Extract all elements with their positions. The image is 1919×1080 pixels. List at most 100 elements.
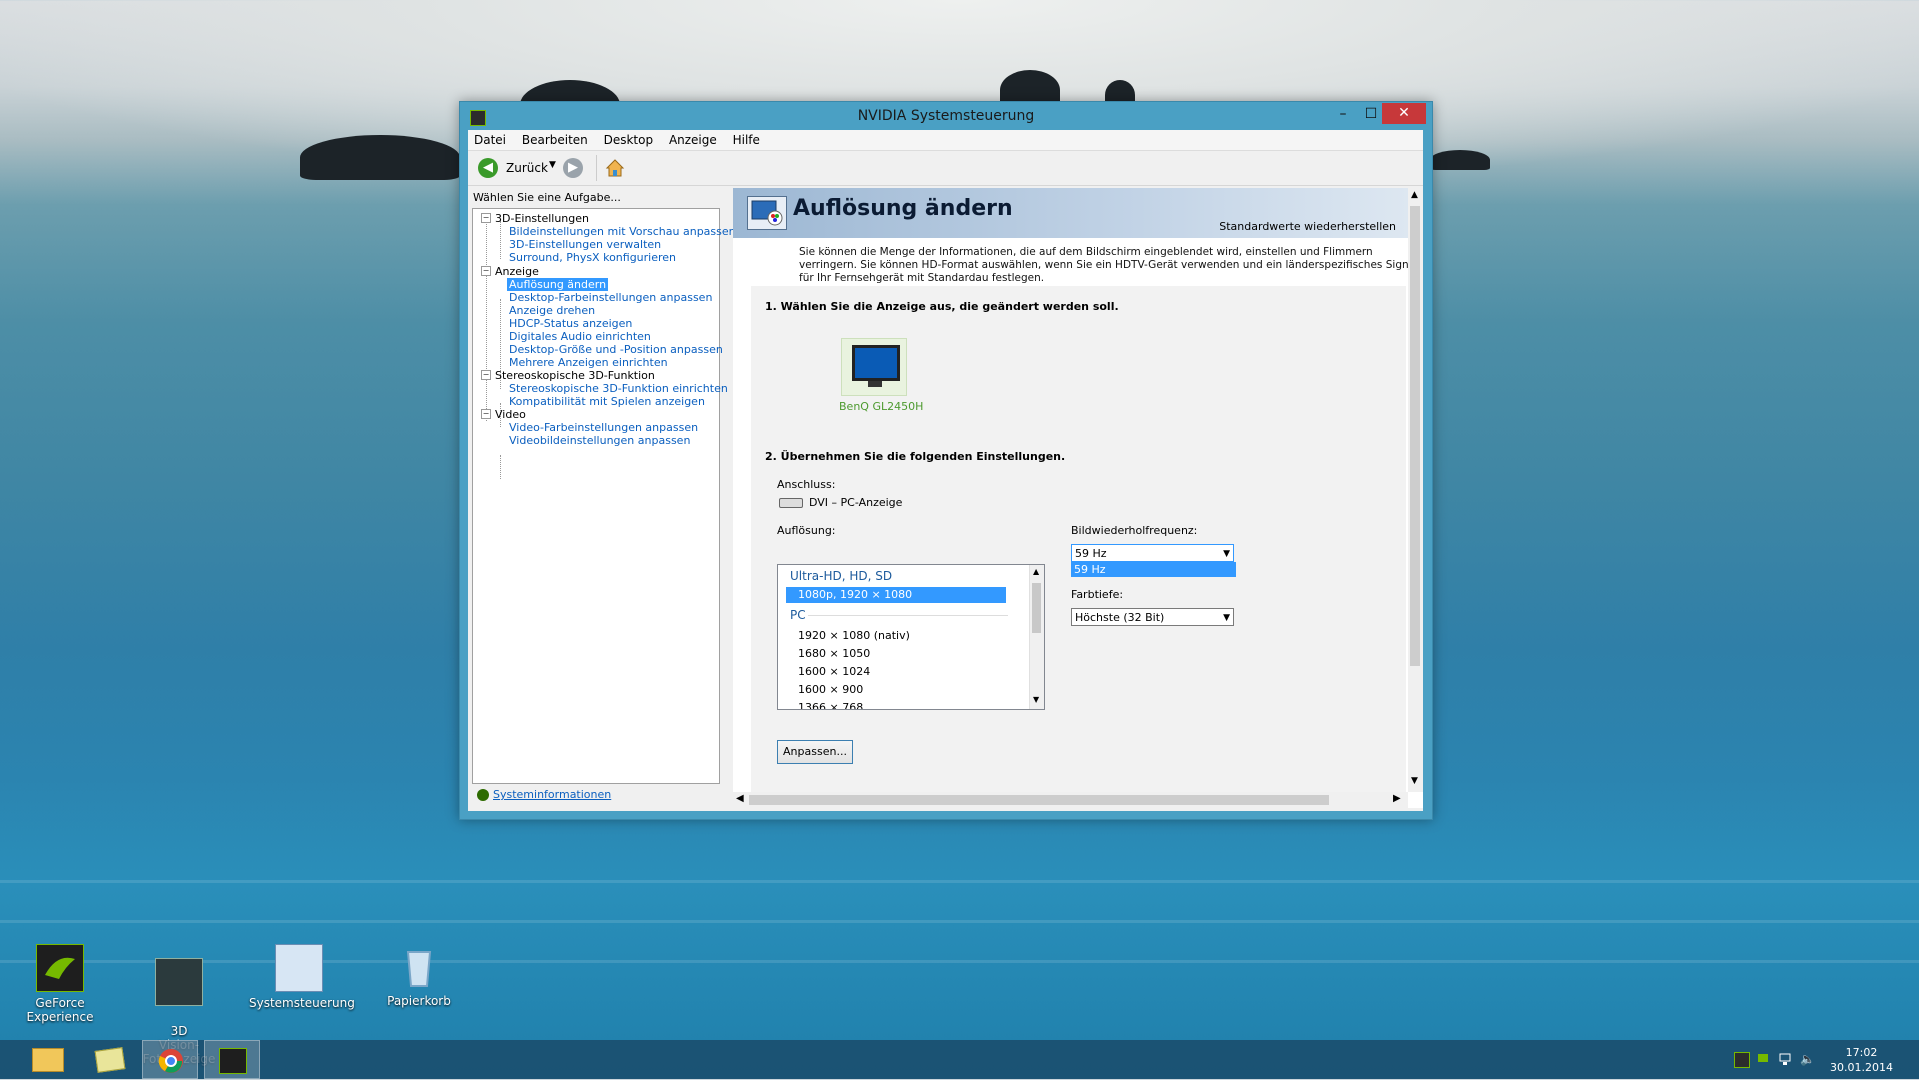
collapse-icon[interactable]: − xyxy=(481,213,491,223)
refresh-rate-option[interactable]: 59 Hz xyxy=(1071,562,1236,577)
color-depth-label: Farbtiefe: xyxy=(1071,588,1124,601)
page-banner: Auflösung ändern Standardwerte wiederher… xyxy=(733,188,1408,238)
tree-group-video[interactable]: Video xyxy=(495,408,526,421)
wallpaper-streak xyxy=(0,880,1919,883)
tree-item[interactable]: Video-Farbeinstellungen anpassen xyxy=(509,421,698,434)
desktop-icon-label: Papierkorb xyxy=(387,994,451,1008)
restore-defaults-link[interactable]: Standardwerte wiederherstellen xyxy=(1219,220,1396,233)
close-button[interactable]: ✕ xyxy=(1382,103,1426,124)
system-information-link[interactable]: Systeminformationen xyxy=(477,788,611,801)
desktop-icon-recycle-bin[interactable]: Papierkorb xyxy=(369,944,469,1008)
tree-item[interactable]: Surround, PhysX konfigurieren xyxy=(509,251,676,264)
scroll-right-icon[interactable]: ▶ xyxy=(1393,793,1401,804)
content-vertical-scrollbar[interactable]: ▲ ▼ xyxy=(1408,188,1423,792)
forward-arrow-icon[interactable]: ▶ xyxy=(563,158,583,178)
list-item[interactable]: 1600 × 1024 xyxy=(798,665,870,678)
scroll-down-icon[interactable]: ▼ xyxy=(1411,776,1418,786)
collapse-icon[interactable]: − xyxy=(481,370,491,380)
page-title: Auflösung ändern xyxy=(793,196,1013,221)
tree-item-selected[interactable]: Auflösung ändern xyxy=(507,278,609,291)
color-depth-dropdown[interactable]: Höchste (32 Bit) ▼ xyxy=(1071,608,1234,626)
list-item-selected[interactable]: 1080p, 1920 × 1080 xyxy=(786,587,1006,603)
task-tree: − 3D-Einstellungen Bildeinstellungen mit… xyxy=(472,208,736,784)
library-icon xyxy=(94,1047,126,1073)
nvidia-taskbar-button[interactable] xyxy=(204,1040,260,1079)
monitor-label[interactable]: BenQ GL2450H xyxy=(839,400,923,413)
scroll-down-icon[interactable]: ▼ xyxy=(1033,695,1039,704)
display-settings-icon xyxy=(747,196,787,230)
tree-line xyxy=(486,221,487,421)
list-item[interactable]: 1600 × 900 xyxy=(798,683,863,696)
tree-item[interactable]: Desktop-Farbeinstellungen anpassen xyxy=(509,291,712,304)
refresh-rate-label: Bildwiederholfrequenz: xyxy=(1071,524,1198,537)
geforce-experience-icon xyxy=(36,944,84,992)
scroll-up-icon[interactable]: ▲ xyxy=(1411,190,1418,200)
list-item[interactable]: 1920 × 1080 (nativ) xyxy=(798,629,910,642)
desktop-icon-label: Systemsteuerung xyxy=(249,996,355,1010)
tree-item[interactable]: Videobildeinstellungen anpassen xyxy=(509,434,690,447)
tree-item[interactable]: Anzeige drehen xyxy=(509,304,595,317)
menu-datei[interactable]: Datei xyxy=(468,130,512,147)
menu-desktop[interactable]: Desktop xyxy=(598,130,660,147)
tree-group-3d-settings[interactable]: 3D-Einstellungen xyxy=(495,212,589,225)
system-information-label[interactable]: Systeminformationen xyxy=(493,788,611,801)
back-history-dropdown-icon[interactable]: ▼ xyxy=(549,160,556,170)
tree-item[interactable]: Desktop-Größe und -Position anpassen xyxy=(509,343,723,356)
connection-value: DVI – PC-Anzeige xyxy=(809,496,903,509)
minimize-button[interactable]: – xyxy=(1328,104,1358,124)
scroll-up-icon[interactable]: ▲ xyxy=(1033,567,1039,576)
nvidia-control-panel-window: NVIDIA Systemsteuerung – ☐ ✕ Datei Bearb… xyxy=(459,101,1433,820)
libraries-taskbar-button[interactable] xyxy=(80,1040,136,1079)
title-bar[interactable]: NVIDIA Systemsteuerung – ☐ ✕ xyxy=(460,102,1432,130)
tree-item[interactable]: HDCP-Status anzeigen xyxy=(509,317,632,330)
menu-bearbeiten[interactable]: Bearbeiten xyxy=(516,130,594,147)
desktop-icon-control-panel[interactable]: Systemsteuerung xyxy=(249,944,355,1010)
taskbar-clock[interactable]: 17:02 30.01.2014 xyxy=(1830,1045,1893,1075)
back-arrow-icon[interactable]: ◀ xyxy=(478,158,498,178)
content-horizontal-scrollbar[interactable]: ◀ ▶ xyxy=(733,792,1408,808)
color-depth-value: Höchste (32 Bit) xyxy=(1075,611,1165,624)
back-button-label[interactable]: Zurück xyxy=(506,161,548,175)
tree-item[interactable]: Kompatibilität mit Spielen anzeigen xyxy=(509,395,705,408)
file-explorer-taskbar-button[interactable] xyxy=(18,1040,74,1079)
network-tray-icon[interactable] xyxy=(1778,1052,1792,1066)
monitor-tile[interactable] xyxy=(841,338,907,396)
collapse-icon[interactable]: − xyxy=(481,266,491,276)
chrome-taskbar-button[interactable] xyxy=(142,1040,198,1079)
volume-tray-icon[interactable]: 🔈 xyxy=(1800,1052,1815,1066)
tree-item[interactable]: Stereoskopische 3D-Funktion einrichten xyxy=(509,382,728,395)
tree-group-display[interactable]: Anzeige xyxy=(495,265,539,278)
collapse-icon[interactable]: − xyxy=(481,409,491,419)
monitor-stand xyxy=(868,381,882,387)
chevron-down-icon: ▼ xyxy=(1223,549,1230,559)
tree-item[interactable]: Digitales Audio einrichten xyxy=(509,330,651,343)
menu-anzeige[interactable]: Anzeige xyxy=(663,130,723,147)
desktop-icon-label: GeForce Experience xyxy=(26,996,94,1024)
home-icon[interactable] xyxy=(604,157,626,179)
scroll-left-icon[interactable]: ◀ xyxy=(736,793,744,804)
tree-group-stereo-3d[interactable]: Stereoskopische 3D-Funktion xyxy=(495,369,655,382)
resolution-label: Auflösung: xyxy=(777,524,836,537)
list-item[interactable]: 1680 × 1050 xyxy=(798,647,870,660)
page-description: Sie können die Menge der Informationen, … xyxy=(799,246,1418,284)
list-group-divider xyxy=(808,615,1008,616)
nvidia-tray-icon[interactable] xyxy=(1734,1052,1750,1068)
scroll-thumb[interactable] xyxy=(1032,583,1041,633)
task-pane-header: Wählen Sie eine Aufgabe... xyxy=(473,191,621,204)
flag-tray-icon[interactable] xyxy=(1756,1052,1770,1066)
customize-button[interactable]: Anpassen... xyxy=(777,740,853,764)
folder-icon xyxy=(32,1048,64,1072)
list-scrollbar[interactable]: ▲ ▼ xyxy=(1029,565,1044,709)
settings-section: 1. Wählen Sie die Anzeige aus, die geänd… xyxy=(751,286,1406,796)
refresh-rate-dropdown[interactable]: 59 Hz ▼ xyxy=(1071,544,1234,562)
desktop-icon-geforce-experience[interactable]: GeForce Experience xyxy=(10,944,110,1024)
tree-item[interactable]: 3D-Einstellungen verwalten xyxy=(509,238,661,251)
menu-hilfe[interactable]: Hilfe xyxy=(727,130,766,147)
list-item[interactable]: 1366 × 768 xyxy=(798,701,863,709)
tree-item[interactable]: Mehrere Anzeigen einrichten xyxy=(509,356,668,369)
wallpaper-streak xyxy=(0,920,1919,923)
tree-item[interactable]: Bildeinstellungen mit Vorschau anpassen xyxy=(509,225,736,238)
scroll-thumb[interactable] xyxy=(1410,206,1420,666)
scroll-thumb[interactable] xyxy=(749,795,1329,805)
resolution-list[interactable]: Ultra-HD, HD, SD 1080p, 1920 × 1080 PC 1… xyxy=(777,564,1045,710)
